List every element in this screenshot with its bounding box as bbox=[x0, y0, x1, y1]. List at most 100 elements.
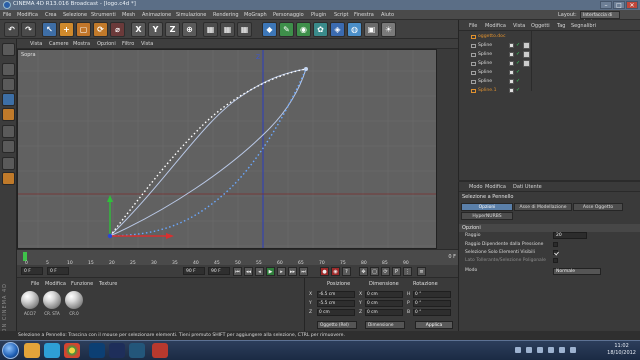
move-icon[interactable]: + bbox=[59, 22, 74, 37]
enabled-check-icon[interactable]: ✓ bbox=[516, 88, 520, 93]
visibility-dots-icon[interactable] bbox=[509, 61, 514, 66]
object-row[interactable]: Spline ✓ bbox=[459, 60, 640, 68]
axis-y-lock[interactable]: Y bbox=[148, 22, 163, 37]
light-icon[interactable]: ☀ bbox=[381, 22, 396, 37]
scene-icon[interactable]: ◍ bbox=[347, 22, 362, 37]
photoshop-icon[interactable] bbox=[89, 343, 105, 358]
obj-menu-file[interactable]: File bbox=[469, 23, 477, 29]
coord-mode-select[interactable]: Oggetto (Rel) bbox=[317, 321, 357, 329]
visibility-dots-icon[interactable] bbox=[509, 43, 514, 48]
prev-frame-icon[interactable]: ◂ bbox=[255, 267, 264, 276]
menu-rendering[interactable]: Rendering bbox=[213, 12, 239, 18]
menu-crea[interactable]: Crea bbox=[45, 12, 57, 18]
render-settings-icon[interactable]: ▦ bbox=[237, 22, 252, 37]
enabled-check-icon[interactable]: ✓ bbox=[516, 52, 520, 57]
mat-menu-modifica[interactable]: Modifica bbox=[45, 281, 66, 287]
enabled-check-icon[interactable]: ✓ bbox=[516, 61, 520, 66]
raggio-input[interactable]: 20 bbox=[553, 232, 587, 239]
keyframe-selection-icon[interactable]: ? bbox=[342, 267, 351, 276]
cube-icon[interactable]: ◆ bbox=[262, 22, 277, 37]
menu-modifica[interactable]: Modifica bbox=[17, 12, 38, 18]
material-tag-icon[interactable] bbox=[523, 60, 530, 67]
position-y-field[interactable]: -5.5 cm bbox=[317, 300, 355, 307]
prev-key-icon[interactable]: ◂◂ bbox=[244, 267, 253, 276]
material-swatch[interactable] bbox=[43, 291, 61, 309]
cinema4d-taskbar-icon[interactable] bbox=[109, 343, 125, 358]
vp-menu-camere[interactable]: Camere bbox=[49, 41, 69, 47]
vp-menu-filtro[interactable]: Filtro bbox=[122, 41, 134, 47]
end-frame-field[interactable]: 90 F bbox=[183, 267, 205, 275]
render-view-icon[interactable]: ▦ bbox=[203, 22, 218, 37]
enabled-check-icon[interactable]: ✓ bbox=[516, 79, 520, 84]
points-mode-icon[interactable] bbox=[2, 108, 15, 121]
menu-mesh[interactable]: Mesh bbox=[122, 12, 135, 18]
vp-menu-mostra[interactable]: Mostra bbox=[73, 41, 90, 47]
layout-select[interactable]: Interfaccia di Avvio bbox=[580, 11, 620, 25]
polygons-mode-icon[interactable] bbox=[2, 140, 15, 153]
object-row[interactable]: Spline ✓ bbox=[459, 51, 640, 59]
axis-x-lock[interactable]: X bbox=[131, 22, 146, 37]
size-x-field[interactable]: 0 cm bbox=[365, 291, 403, 298]
axis-mode-icon[interactable] bbox=[2, 172, 15, 185]
position-key-icon[interactable]: ✥ bbox=[359, 267, 368, 276]
column-divider[interactable] bbox=[531, 31, 532, 91]
next-key-icon[interactable]: ▸▸ bbox=[288, 267, 297, 276]
modo-select[interactable]: Normale bbox=[553, 268, 601, 275]
enabled-check-icon[interactable]: ✓ bbox=[516, 43, 520, 48]
rotation-b-field[interactable]: 0 ° bbox=[413, 309, 451, 316]
volume-icon[interactable] bbox=[570, 347, 576, 353]
vp-menu-vista[interactable]: Vista bbox=[30, 41, 42, 47]
vp-menu-opzioni[interactable]: Opzioni bbox=[97, 41, 116, 47]
tab-asse-modellazione[interactable]: Asse di Modellazione bbox=[514, 203, 572, 211]
menu-aiuto[interactable]: Aiuto bbox=[381, 12, 394, 18]
start-button[interactable] bbox=[2, 342, 19, 359]
media-player-icon[interactable] bbox=[44, 343, 60, 358]
camera-icon[interactable]: ▣ bbox=[364, 22, 379, 37]
menu-finestra[interactable]: Finestra bbox=[354, 12, 374, 18]
scale-icon[interactable]: ▢ bbox=[76, 22, 91, 37]
point-level-icon[interactable]: ⋮ bbox=[403, 267, 412, 276]
render-picture-viewer-icon[interactable]: ▦ bbox=[220, 22, 235, 37]
attr-menu-modo[interactable]: Modo bbox=[469, 184, 483, 190]
tab-asse-oggetto[interactable]: Asse Oggetto bbox=[573, 203, 623, 211]
material-swatch[interactable] bbox=[65, 291, 83, 309]
apply-button[interactable]: Applica bbox=[415, 321, 453, 329]
next-frame-icon[interactable]: ▸ bbox=[277, 267, 286, 276]
option-checkbox[interactable] bbox=[553, 242, 558, 247]
axis-z-lock[interactable]: Z bbox=[165, 22, 180, 37]
menu-selezione[interactable]: Selezione bbox=[63, 12, 87, 18]
menu-file[interactable]: File bbox=[3, 12, 11, 18]
live-selection-icon[interactable]: ↖ bbox=[42, 22, 57, 37]
material-swatch[interactable] bbox=[21, 291, 39, 309]
menu-personaggio[interactable]: Personaggio bbox=[273, 12, 304, 18]
option-checkbox[interactable] bbox=[553, 258, 558, 263]
acrobat-icon[interactable] bbox=[152, 343, 168, 358]
rotation-key-icon[interactable]: ⟳ bbox=[381, 267, 390, 276]
tab-hypernurbs[interactable]: HyperNURBS bbox=[461, 212, 513, 220]
visibility-dots-icon[interactable] bbox=[509, 88, 514, 93]
tray-icon[interactable] bbox=[537, 347, 543, 353]
chrome-icon[interactable] bbox=[64, 343, 80, 358]
material-tag-icon[interactable] bbox=[523, 42, 530, 49]
object-row[interactable]: oggetto.doc bbox=[459, 33, 640, 41]
obj-menu-segnalibri[interactable]: Segnalibri bbox=[571, 23, 596, 29]
edges-mode-icon[interactable] bbox=[2, 125, 15, 138]
tray-icon[interactable] bbox=[515, 347, 521, 353]
mat-menu-file[interactable]: File bbox=[31, 281, 39, 287]
param-key-icon[interactable]: P bbox=[392, 267, 401, 276]
coord-size-mode-select[interactable]: Dimensione bbox=[365, 321, 405, 329]
tab-opzioni[interactable]: Opzioni bbox=[461, 203, 513, 211]
position-z-field[interactable]: 0 cm bbox=[317, 309, 355, 316]
spline-pen-icon[interactable]: ✎ bbox=[279, 22, 294, 37]
menu-plugin[interactable]: Plugin bbox=[311, 12, 326, 18]
mat-menu-texture[interactable]: Texture bbox=[99, 281, 117, 287]
size-y-field[interactable]: 0 cm bbox=[365, 300, 403, 307]
clock[interactable]: 11:02 18/10/2012 bbox=[607, 343, 636, 357]
maximize-button[interactable]: □ bbox=[613, 1, 625, 9]
timeline[interactable]: 0 5 10 15 20 25 30 35 40 45 50 55 60 65 … bbox=[17, 249, 458, 266]
object-row[interactable]: Spline.1 ✓ bbox=[459, 87, 640, 95]
undo-icon[interactable]: ↶ bbox=[4, 22, 19, 37]
object-row[interactable]: Spline ✓ bbox=[459, 42, 640, 50]
autokey-icon[interactable]: ◉ bbox=[331, 267, 340, 276]
record-icon[interactable]: ● bbox=[320, 267, 329, 276]
